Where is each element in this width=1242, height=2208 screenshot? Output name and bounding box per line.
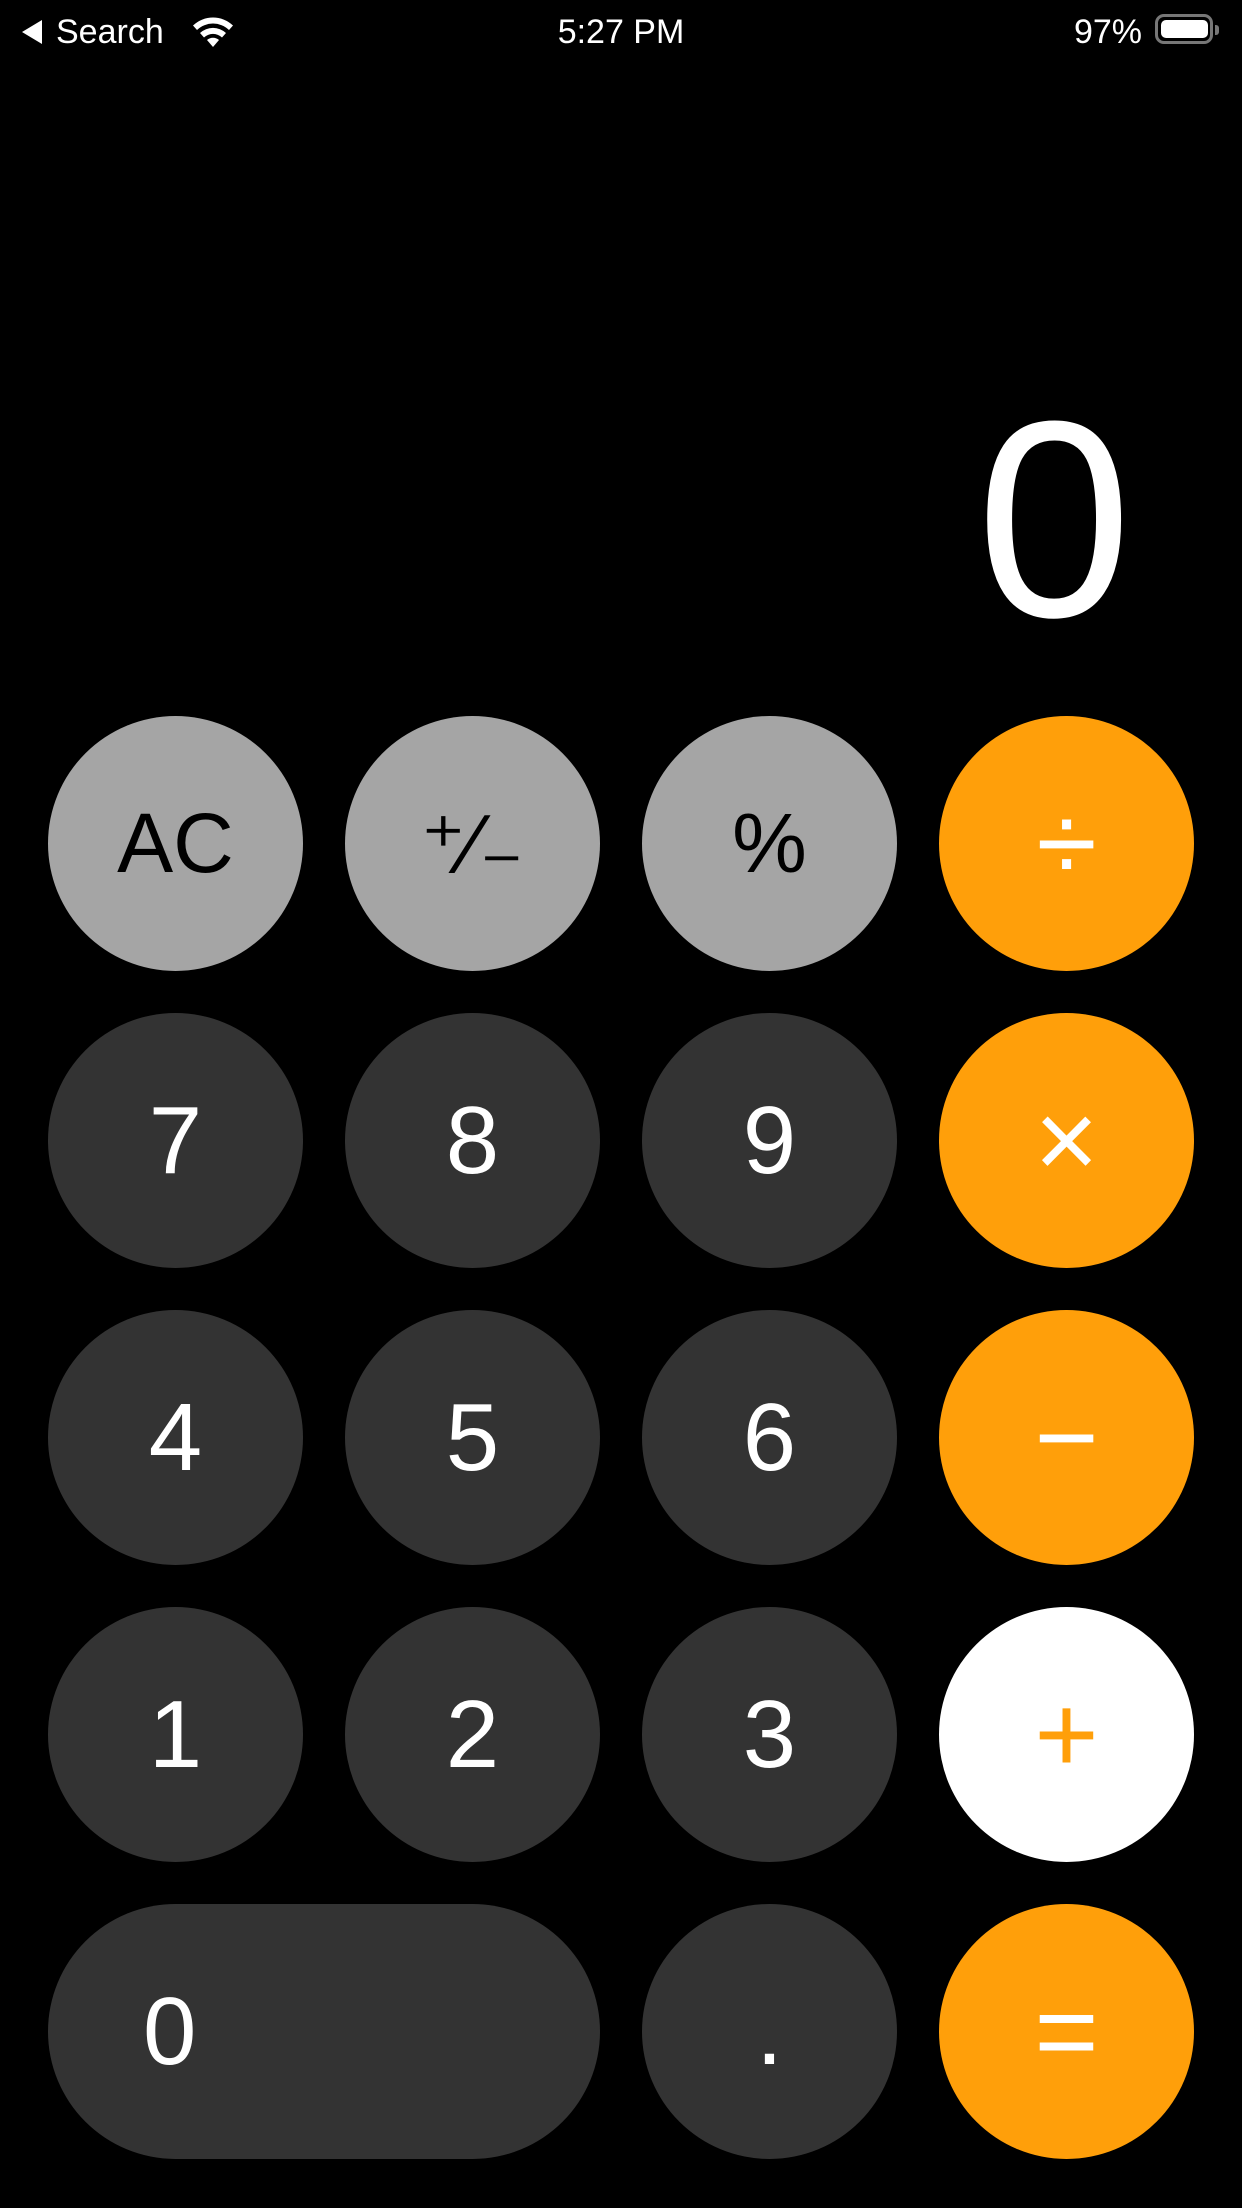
- multiply-button[interactable]: ×: [939, 1013, 1194, 1268]
- status-bar: Search 5:27 PM 97%: [0, 0, 1242, 62]
- decimal-button[interactable]: .: [642, 1904, 897, 2159]
- equals-button[interactable]: =: [939, 1904, 1194, 2159]
- digit-5-button[interactable]: 5: [345, 1310, 600, 1565]
- result-display: 0: [976, 364, 1132, 676]
- digit-0-button[interactable]: 0: [48, 1904, 600, 2159]
- digit-8-button[interactable]: 8: [345, 1013, 600, 1268]
- digit-1-button[interactable]: 1: [48, 1607, 303, 1862]
- battery-percent: 97%: [1073, 13, 1142, 51]
- plus-minus-button[interactable]: ⁺∕₋: [345, 716, 600, 971]
- digit-6-button[interactable]: 6: [642, 1310, 897, 1565]
- clock: 5:27 PM: [557, 13, 685, 51]
- divide-button[interactable]: ÷: [939, 716, 1194, 971]
- plus-button[interactable]: +: [939, 1607, 1194, 1862]
- digit-4-button[interactable]: 4: [48, 1310, 303, 1565]
- digit-9-button[interactable]: 9: [642, 1013, 897, 1268]
- digit-3-button[interactable]: 3: [642, 1607, 897, 1862]
- battery-icon: [1155, 14, 1219, 44]
- digit-2-button[interactable]: 2: [345, 1607, 600, 1862]
- digit-7-button[interactable]: 7: [48, 1013, 303, 1268]
- minus-button[interactable]: −: [939, 1310, 1194, 1565]
- percent-button[interactable]: %: [642, 716, 897, 971]
- all-clear-button[interactable]: AC: [48, 716, 303, 971]
